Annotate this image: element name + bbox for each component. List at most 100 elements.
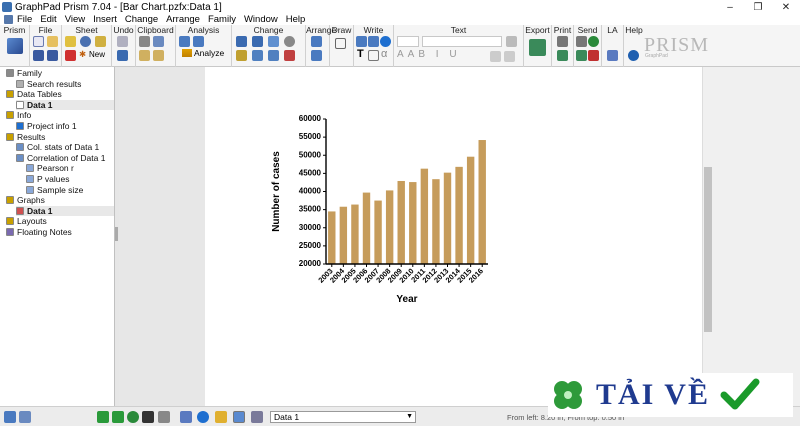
delete-sheet-icon[interactable] — [65, 50, 76, 61]
nav-item-family[interactable]: Family — [6, 68, 114, 78]
align-left-icon[interactable] — [490, 51, 501, 62]
nav-item-layouts[interactable]: Layouts — [6, 216, 114, 226]
nav-item-project-info-1[interactable]: Project info 1 — [16, 121, 114, 131]
new-file-icon[interactable] — [33, 36, 44, 47]
align-right-icon[interactable] — [504, 51, 515, 62]
send-icon[interactable] — [576, 36, 587, 47]
go-icon[interactable] — [127, 411, 139, 423]
la-icon[interactable] — [607, 50, 618, 61]
menu-edit[interactable]: Edit — [40, 14, 56, 25]
nav-item-pearson-r[interactable]: Pearson r — [26, 163, 114, 173]
magic-wand-icon[interactable] — [236, 50, 247, 61]
graph-page[interactable]: 2003 2004 2005 2006 2007 2008 2009 2010 2011 2012… — [205, 67, 703, 406]
view-results-icon[interactable] — [215, 411, 227, 423]
nav-item-results[interactable]: Results — [6, 132, 114, 142]
nav-item-data-1[interactable]: Data 1 — [16, 99, 114, 110]
nav-item-info[interactable]: Info — [6, 110, 114, 120]
nav-item-data-tables[interactable]: Data Tables — [6, 89, 114, 99]
menu-help[interactable]: Help — [286, 14, 306, 25]
text-box-icon[interactable] — [368, 50, 379, 61]
send-pdf-icon[interactable] — [588, 50, 599, 61]
open-folder-icon[interactable] — [47, 36, 58, 47]
nav-item-graphs[interactable]: Graphs — [6, 195, 114, 205]
link-icon[interactable] — [158, 411, 170, 423]
nav-item-sample-size[interactable]: Sample size — [26, 185, 114, 195]
send-office-icon[interactable] — [576, 50, 587, 61]
analysis-chart-icon[interactable] — [179, 36, 190, 47]
copy-icon[interactable] — [153, 36, 164, 47]
help-icon[interactable] — [628, 50, 639, 61]
wand-icon[interactable] — [95, 36, 106, 47]
cut-icon[interactable] — [139, 36, 150, 47]
menu-insert[interactable]: Insert — [93, 14, 117, 25]
scrollbar-thumb[interactable] — [704, 167, 712, 332]
view-graph-icon[interactable] — [233, 411, 245, 423]
font-color-icon[interactable] — [506, 36, 517, 47]
menu-family[interactable]: Family — [208, 14, 236, 25]
grid-view-icon[interactable] — [19, 411, 31, 423]
print-preview-icon[interactable] — [557, 50, 568, 61]
write-note-icon[interactable] — [368, 36, 379, 47]
redo-icon[interactable] — [117, 36, 128, 47]
write-table-icon[interactable] — [356, 36, 367, 47]
new-sheet-button[interactable]: New — [89, 50, 105, 59]
nav-item-col-stats-of-data-1[interactable]: Col. stats of Data 1 — [16, 142, 114, 152]
text-tool-icon[interactable]: T — [357, 48, 364, 60]
save-icon[interactable] — [33, 50, 44, 61]
maximize-button[interactable]: ❐ — [744, 2, 772, 13]
align-icon[interactable] — [311, 36, 322, 47]
font-size-select[interactable] — [397, 36, 419, 47]
format-graph-icon[interactable] — [252, 50, 263, 61]
nav-item-floating-notes[interactable]: Floating Notes — [6, 227, 114, 237]
analysis-scatter-icon[interactable] — [193, 36, 204, 47]
view-data-icon[interactable] — [180, 411, 192, 423]
forward-arrow-icon[interactable] — [112, 411, 124, 423]
menu-window[interactable]: Window — [244, 14, 278, 25]
undo-icon[interactable] — [117, 50, 128, 61]
prism-menu-icon[interactable] — [7, 38, 23, 54]
globe-icon[interactable] — [80, 36, 91, 47]
binoculars-icon[interactable] — [142, 411, 154, 423]
vertical-scrollbar[interactable] — [702, 67, 712, 406]
back-arrow-icon[interactable] — [97, 411, 109, 423]
print-icon[interactable] — [557, 36, 568, 47]
nav-item-data-1[interactable]: Data 1 — [16, 205, 114, 216]
chevron-down-icon[interactable]: ▼ — [406, 412, 413, 422]
menu-file[interactable]: File — [17, 14, 32, 25]
nav-item-p-values[interactable]: P values — [26, 174, 114, 184]
menu-change[interactable]: Change — [125, 14, 158, 25]
save-as-icon[interactable] — [47, 50, 58, 61]
info-icon[interactable] — [380, 36, 391, 47]
new-sheet-icon[interactable] — [65, 36, 76, 47]
menu-view[interactable]: View — [65, 14, 85, 25]
change-axes-icon[interactable] — [252, 36, 263, 47]
menu-arrange[interactable]: Arrange — [166, 14, 200, 25]
paste-special-icon[interactable] — [153, 50, 164, 61]
nav-item-search-results[interactable]: Search results — [16, 79, 114, 89]
format-axes-icon[interactable] — [268, 50, 279, 61]
text-format-icons[interactable]: AAB I U — [397, 49, 461, 60]
change-graph-type-icon[interactable] — [236, 36, 247, 47]
sheet-select[interactable]: Data 1 ▼ — [270, 411, 416, 423]
draw-shape-icon[interactable] — [335, 38, 346, 49]
nav-item-correlation-of-data-1[interactable]: Correlation of Data 1 — [16, 153, 114, 163]
color-scheme-icon[interactable] — [284, 50, 295, 61]
analyze-button[interactable]: Analyze — [179, 47, 227, 59]
greek-alpha-icon[interactable]: α — [381, 48, 387, 60]
sheet-view-icon[interactable] — [4, 411, 16, 423]
bring-front-icon[interactable] — [311, 50, 322, 61]
font-family-select[interactable] — [422, 36, 502, 47]
splitter-grip[interactable] — [115, 227, 118, 241]
view-info-icon[interactable] — [197, 411, 209, 423]
view-layout-icon[interactable] — [251, 411, 263, 423]
close-button[interactable]: ✕ — [772, 2, 800, 13]
nav-item-icon — [26, 164, 34, 173]
export-icon[interactable] — [529, 39, 546, 56]
minimize-button[interactable]: – — [716, 2, 744, 13]
document-menu-icon[interactable] — [4, 15, 13, 24]
change-symbols-icon[interactable] — [284, 36, 295, 47]
bar-chart[interactable]: 2003200420052006200720082009201020112012… — [205, 67, 703, 406]
paste-icon[interactable] — [139, 50, 150, 61]
send-web-icon[interactable] — [588, 36, 599, 47]
change-colors-icon[interactable] — [268, 36, 279, 47]
